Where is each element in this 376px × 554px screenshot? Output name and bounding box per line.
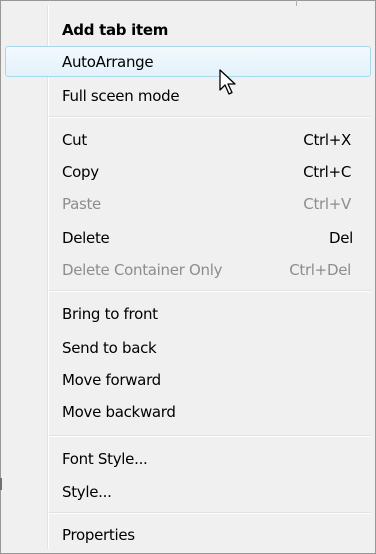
menu-item-shortcut: Ctrl+V [303,194,351,213]
menu-separator [49,512,371,514]
menu-item-label: Send to back [62,338,157,357]
menu-item-label: Paste [62,194,101,213]
menu-item-shortcut: Ctrl+X [303,130,351,149]
menu-item-label: Font Style... [62,449,148,468]
menu-item-label: Move forward [62,370,161,389]
menu-item-add-tab-item[interactable]: Add tab item [5,14,371,45]
background-edge-mark [296,0,297,6]
menu-item-move-forward[interactable]: Move forward [5,364,371,395]
menu-item-label: Style... [62,482,112,501]
menu-item-label: Add tab item [62,20,169,39]
menu-item-move-backward[interactable]: Move backward [5,396,371,427]
menu-item-bring-to-front[interactable]: Bring to front [5,298,371,329]
menu-item-paste[interactable]: Paste Ctrl+V [5,188,371,219]
menu-item-label: Full sceen mode [62,86,180,105]
menu-item-style[interactable]: Style... [5,476,371,507]
menu-item-label: Delete [62,228,110,247]
menu-item-copy[interactable]: Copy Ctrl+C [5,156,371,187]
menu-item-label: Delete Container Only [62,260,223,279]
menu-item-shortcut: Del [328,228,353,247]
menu-item-delete[interactable]: Delete Del [5,222,371,253]
menu-item-shortcut: Ctrl+C [303,162,351,181]
menu-item-shortcut: Ctrl+Del [289,260,351,279]
menu-item-label: AutoArrange [62,52,154,71]
menu-item-delete-container-only[interactable]: Delete Container Only Ctrl+Del [5,254,371,285]
menu-item-autoarrange[interactable]: AutoArrange [5,46,371,77]
menu-item-cut[interactable]: Cut Ctrl+X [5,124,371,155]
arrow-pointer-icon [219,69,236,95]
menu-item-font-style[interactable]: Font Style... [5,443,371,474]
menu-item-label: Copy [62,162,99,181]
menu-item-label: Bring to front [62,304,158,323]
menu-item-label: Cut [62,130,87,149]
background-edge-mark [0,478,2,490]
menu-item-send-to-back[interactable]: Send to back [5,332,371,363]
menu-item-label: Properties [62,525,135,544]
menu-separator [49,435,371,437]
menu-item-properties[interactable]: Properties [5,519,371,550]
context-menu: Add tab item AutoArrange Full sceen mode… [0,0,376,554]
menu-separator [49,116,371,118]
menu-item-full-screen-mode[interactable]: Full sceen mode [5,80,371,111]
menu-item-label: Move backward [62,402,176,421]
menu-separator [49,290,371,292]
